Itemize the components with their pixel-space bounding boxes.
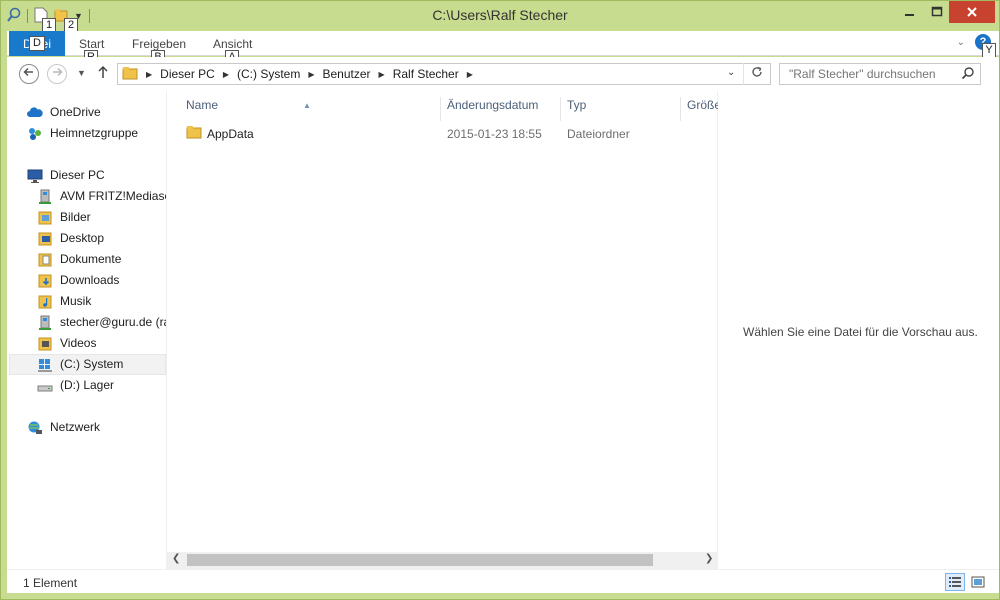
column-header-type[interactable]: Typ bbox=[561, 97, 681, 121]
videos-folder-icon bbox=[37, 336, 53, 352]
breadcrumb-arrow[interactable]: ▶ bbox=[467, 70, 473, 79]
drive-icon bbox=[37, 378, 53, 394]
details-view-button[interactable] bbox=[945, 573, 965, 591]
close-button[interactable] bbox=[949, 1, 995, 23]
large-icons-view-icon bbox=[971, 576, 985, 588]
documents-folder-icon bbox=[37, 252, 53, 268]
main-area: OneDrive Heimnetzgruppe Dieser PC AVM FR… bbox=[7, 91, 999, 569]
nav-item-desktop[interactable]: Desktop bbox=[37, 228, 104, 249]
address-bar[interactable]: ▶ Dieser PC ▶ (C:) System ▶ Benutzer ▶ R… bbox=[117, 63, 771, 85]
sort-up-icon: ▲ bbox=[303, 101, 311, 110]
preview-pane: Wählen Sie eine Datei für die Vorschau a… bbox=[718, 91, 999, 569]
search-icon[interactable] bbox=[961, 66, 975, 83]
system-drive-icon bbox=[37, 357, 53, 373]
network-icon bbox=[27, 420, 43, 436]
recent-locations-icon[interactable]: ▼ bbox=[77, 68, 86, 78]
file-row[interactable]: AppData 2015-01-23 18:55 Dateiordner bbox=[186, 124, 706, 144]
scrollbar-thumb[interactable] bbox=[187, 554, 653, 566]
breadcrumb-benutzer[interactable]: Benutzer bbox=[323, 67, 371, 81]
minimize-button[interactable] bbox=[895, 1, 925, 23]
breadcrumb-c-system[interactable]: (C:) System bbox=[237, 67, 300, 81]
nav-item-dieser-pc[interactable]: Dieser PC bbox=[27, 165, 105, 186]
music-folder-icon bbox=[37, 294, 53, 310]
file-date: 2015-01-23 18:55 bbox=[447, 127, 542, 141]
file-name: AppData bbox=[207, 127, 254, 141]
horizontal-scrollbar[interactable]: ❮ ❯ bbox=[167, 552, 718, 569]
refresh-icon bbox=[751, 66, 762, 77]
nav-item-musik[interactable]: Musik bbox=[37, 291, 91, 312]
scroll-left-icon[interactable]: ❮ bbox=[172, 553, 180, 564]
window-title: C:\Users\Ralf Stecher bbox=[432, 7, 568, 23]
desktop-folder-icon bbox=[37, 231, 53, 247]
breadcrumb-ralf-stecher[interactable]: Ralf Stecher bbox=[393, 67, 459, 81]
maximize-button[interactable] bbox=[923, 1, 951, 23]
forward-arrow-icon bbox=[53, 67, 63, 77]
breadcrumb-dieser-pc[interactable]: Dieser PC bbox=[160, 67, 215, 81]
column-header-name[interactable]: Name ▲ bbox=[167, 97, 441, 121]
keytip-datei: D bbox=[29, 36, 45, 51]
nav-item-bilder[interactable]: Bilder bbox=[37, 207, 91, 228]
details-view-icon bbox=[949, 577, 961, 587]
nav-item-dokumente[interactable]: Dokumente bbox=[37, 249, 121, 270]
title-bar: ▼ 1 2 C:\Users\Ralf Stecher bbox=[1, 1, 999, 33]
address-dropdown-icon[interactable]: ⌄ bbox=[727, 67, 735, 78]
column-header-size[interactable]: Größe bbox=[681, 97, 718, 121]
explorer-window: ▼ 1 2 C:\Users\Ralf Stecher Datei Start … bbox=[0, 0, 1000, 600]
breadcrumb-arrow[interactable]: ▶ bbox=[146, 70, 152, 79]
file-type: Dateiordner bbox=[567, 127, 630, 141]
status-bar: 1 Element bbox=[7, 569, 999, 593]
navigation-pane: OneDrive Heimnetzgruppe Dieser PC AVM FR… bbox=[7, 91, 167, 569]
homegroup-icon bbox=[27, 126, 43, 142]
column-header-date[interactable]: Änderungsdatum bbox=[441, 97, 561, 121]
computer-icon bbox=[27, 168, 43, 184]
back-arrow-icon bbox=[23, 67, 33, 77]
network-drive-icon bbox=[37, 315, 53, 331]
nav-item-netzwerk[interactable]: Netzwerk bbox=[27, 417, 100, 438]
up-arrow-icon[interactable] bbox=[97, 65, 109, 82]
nav-item-onedrive[interactable]: OneDrive bbox=[27, 102, 101, 123]
pictures-folder-icon bbox=[37, 210, 53, 226]
downloads-folder-icon bbox=[37, 273, 53, 289]
cloud-icon bbox=[27, 105, 43, 121]
nav-item-stecher-guru[interactable]: stecher@guru.de (ra bbox=[37, 312, 166, 333]
close-icon bbox=[967, 7, 977, 17]
back-button[interactable] bbox=[19, 64, 39, 84]
nav-item-d-lager[interactable]: (D:) Lager bbox=[37, 375, 114, 396]
preview-message: Wählen Sie eine Datei für die Vorschau a… bbox=[743, 325, 978, 339]
file-list-pane: Name ▲ Änderungsdatum Typ Größe AppData … bbox=[167, 91, 718, 569]
large-icons-view-button[interactable] bbox=[968, 573, 988, 591]
ribbon-expand-icon[interactable]: ⌄ bbox=[957, 37, 965, 48]
breadcrumb-arrow[interactable]: ▶ bbox=[223, 70, 229, 79]
breadcrumb-arrow[interactable]: ▶ bbox=[308, 70, 314, 79]
navigation-bar: ▼ ▶ Dieser PC ▶ (C:) System ▶ Benutzer ▶… bbox=[7, 57, 999, 91]
item-count: 1 Element bbox=[23, 576, 78, 590]
search-input[interactable] bbox=[779, 63, 981, 85]
forward-button[interactable] bbox=[47, 64, 67, 84]
nav-item-downloads[interactable]: Downloads bbox=[37, 270, 119, 291]
nav-item-avm-fritz[interactable]: AVM FRITZ!Mediaserver bbox=[37, 186, 166, 207]
network-drive-icon bbox=[37, 189, 53, 205]
nav-item-heimnetzgruppe[interactable]: Heimnetzgruppe bbox=[27, 123, 138, 144]
breadcrumb-arrow[interactable]: ▶ bbox=[379, 70, 385, 79]
refresh-button[interactable] bbox=[743, 63, 769, 85]
scroll-right-icon[interactable]: ❯ bbox=[705, 553, 713, 564]
nav-item-videos[interactable]: Videos bbox=[37, 333, 96, 354]
nav-item-c-system[interactable]: (C:) System bbox=[9, 354, 166, 375]
folder-icon bbox=[186, 125, 202, 142]
folder-icon bbox=[122, 66, 138, 83]
keytip-help: Y bbox=[982, 43, 996, 58]
